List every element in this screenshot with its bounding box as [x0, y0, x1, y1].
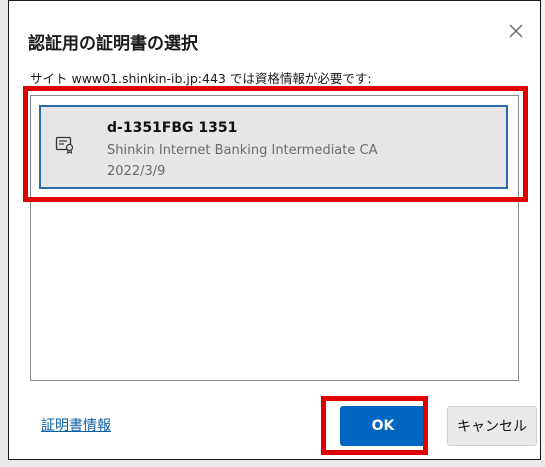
certificate-select-dialog: 認証用の証明書の選択 サイト www01.shinkin-ib.jp:443 で… — [8, 0, 541, 460]
certificate-issuer: Shinkin Internet Banking Intermediate CA — [107, 143, 378, 158]
dialog-subtitle: サイト www01.shinkin-ib.jp:443 では資格情報が必要です: — [30, 71, 372, 86]
certificate-item[interactable]: d-1351FBG 1351 Shinkin Internet Banking … — [39, 105, 508, 189]
certificate-icon — [55, 136, 75, 154]
ok-button[interactable]: OK — [340, 406, 426, 446]
close-icon[interactable] — [506, 21, 526, 41]
background-edge — [0, 0, 8, 467]
certificate-name: d-1351FBG 1351 — [107, 120, 238, 136]
certificate-info-link[interactable]: 証明書情報 — [41, 415, 111, 435]
background-edge-bottom — [0, 460, 545, 467]
certificate-list: d-1351FBG 1351 Shinkin Internet Banking … — [30, 95, 519, 381]
dialog-title: 認証用の証明書の選択 — [28, 34, 198, 54]
page: 認証用の証明書の選択 サイト www01.shinkin-ib.jp:443 で… — [0, 0, 545, 467]
certificate-date: 2022/3/9 — [107, 164, 166, 179]
cancel-button[interactable]: キャンセル — [447, 406, 537, 446]
